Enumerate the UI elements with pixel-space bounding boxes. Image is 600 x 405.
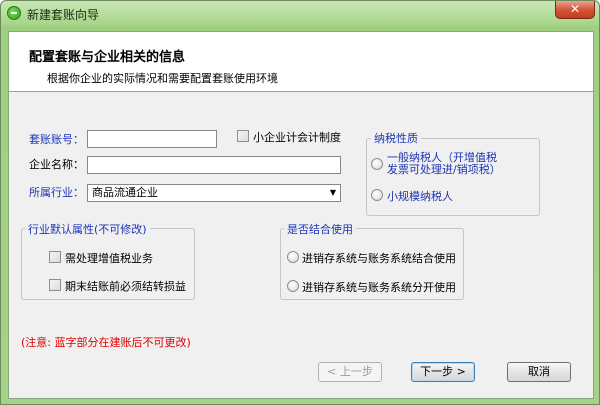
company-name-label: 企业名称： [29,158,84,171]
industry-select[interactable]: 商品流通企业 ▼ [87,184,341,202]
industry-label: 所属行业： [29,186,84,199]
account-no-input[interactable] [87,130,217,148]
wizard-header: 配置套账与企业相关的信息 根据你企业的实际情况和需要配置套账使用环境 [9,32,593,92]
next-button[interactable]: 下一步 > [411,362,475,382]
wizard-window: 新建套账向导 ✕ 配置套账与企业相关的信息 根据你企业的实际情况和需要配置套账使… [0,0,600,405]
title-bar[interactable]: 新建套账向导 ✕ [1,1,599,25]
dialog-client: 配置套账与企业相关的信息 根据你企业的实际情况和需要配置套账使用环境 套账账号：… [8,31,594,399]
company-name-input[interactable] [87,156,341,174]
combined-use-radio[interactable] [287,251,299,263]
industry-defaults-title: 行业默认属性(不可修改) [25,221,150,237]
small-enterprise-label: 小企业计会计制度 [253,131,341,144]
cancel-button[interactable]: 取消 [507,362,571,382]
account-no-label: 套账账号： [29,133,84,146]
taxpayer-group [366,138,540,216]
warning-note: (注意: 蓝字部分在建账后不可更改) [21,336,191,349]
period-end-transfer-checkbox [49,279,61,291]
industry-selected-value: 商品流通企业 [92,186,158,199]
window-title: 新建套账向导 [27,8,100,22]
app-icon [7,6,21,20]
vat-business-checkbox [49,251,61,263]
close-icon: ✕ [569,2,581,16]
vat-business-label: 需处理增值税业务 [65,252,153,265]
close-button[interactable]: ✕ [555,1,595,19]
general-taxpayer-label: 一般纳税人（开增值税 发票可处理进/销项税） [387,152,501,176]
combined-use-label: 进销存系统与账务系统结合使用 [302,252,456,265]
small-scale-taxpayer-label: 小规模纳税人 [387,190,453,203]
page-subtitle: 根据你企业的实际情况和需要配置套账使用环境 [47,72,278,85]
small-scale-taxpayer-radio[interactable] [371,189,383,201]
separate-use-radio[interactable] [287,280,299,292]
dropdown-arrow-icon: ▼ [329,188,336,197]
small-enterprise-checkbox[interactable] [237,130,249,142]
prev-button[interactable]: < 上一步 [318,362,382,382]
period-end-transfer-label: 期末结账前必须结转损益 [65,280,186,293]
page-title: 配置套账与企业相关的信息 [29,50,186,65]
combine-usage-title: 是否结合使用 [284,221,356,237]
general-taxpayer-radio[interactable] [371,158,383,170]
general-taxpayer-line2: 发票可处理进/销项税） [387,163,501,176]
taxpayer-group-title: 纳税性质 [371,130,421,146]
separate-use-label: 进销存系统与账务系统分开使用 [302,281,456,294]
